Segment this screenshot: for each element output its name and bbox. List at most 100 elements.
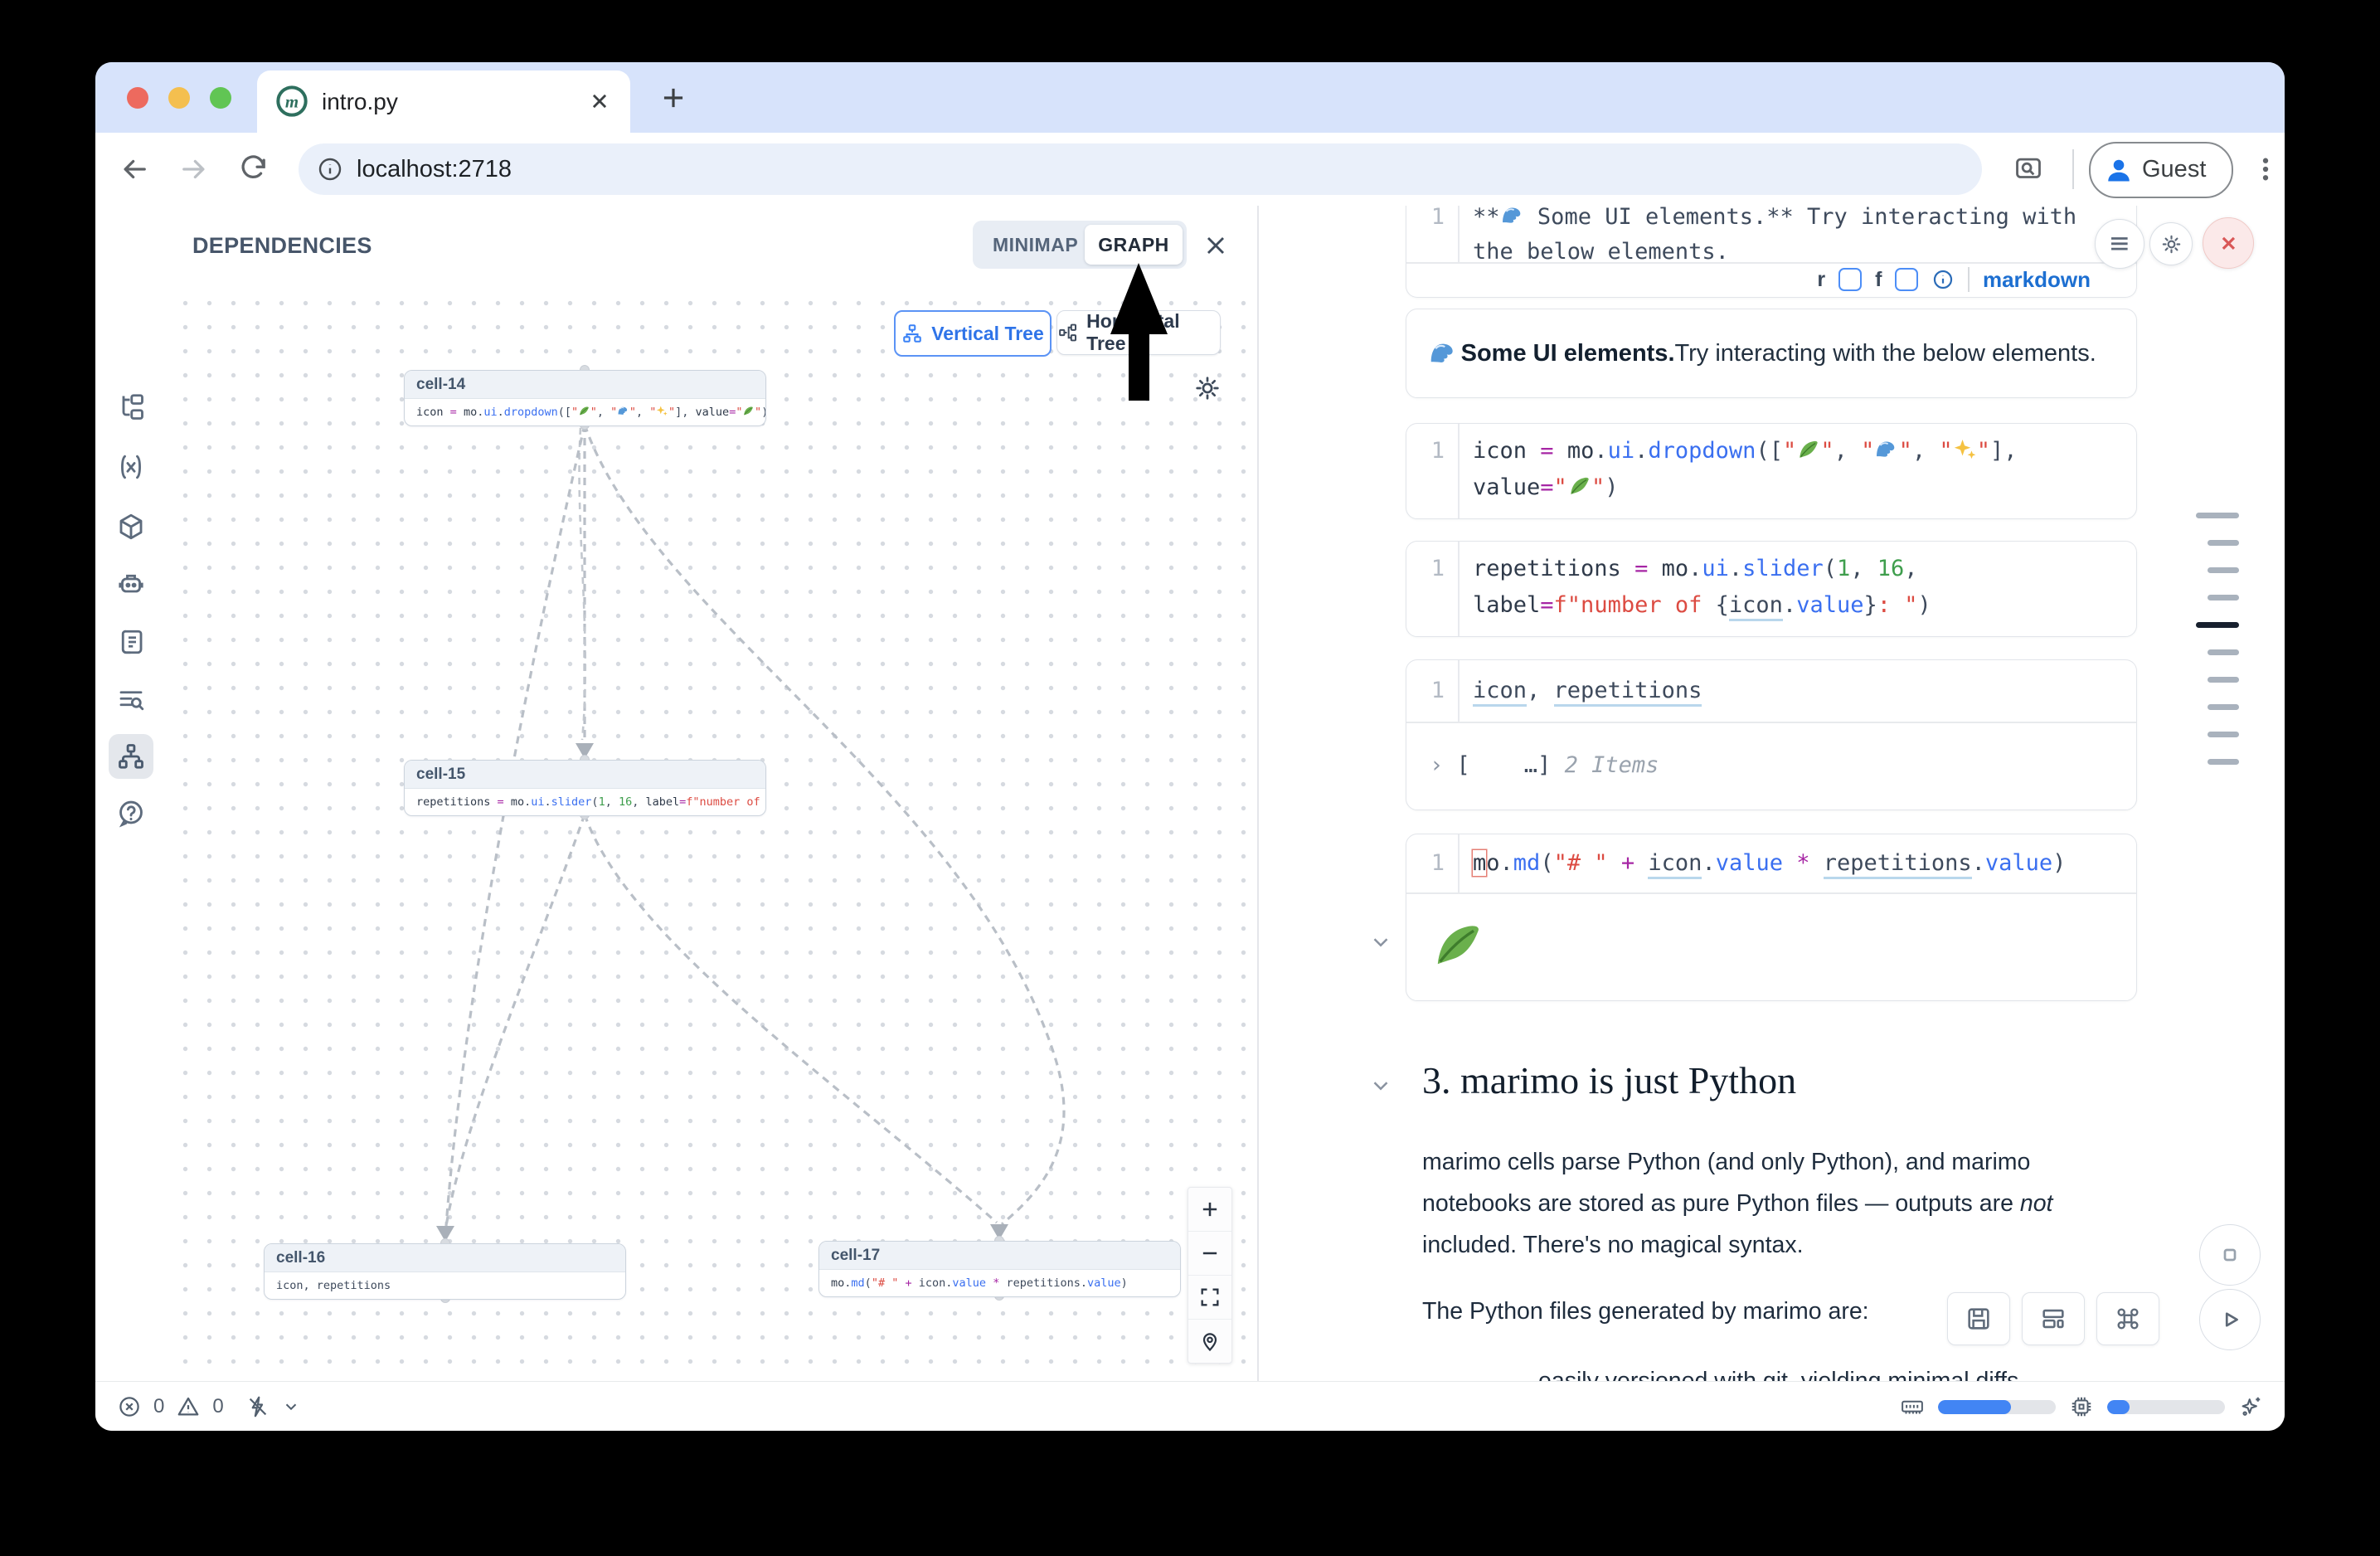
minimap-line[interactable]	[2208, 704, 2239, 710]
panel-close-icon[interactable]	[1201, 231, 1231, 260]
minimap-line[interactable]	[2208, 595, 2239, 601]
shortcuts-button[interactable]	[2096, 1292, 2159, 1345]
node-title: cell-15	[405, 761, 765, 789]
sidebar-item-logs-search[interactable]	[109, 677, 153, 722]
close-icon	[2214, 229, 2243, 258]
minimap-line[interactable]	[2208, 649, 2239, 655]
dependency-graph-canvas[interactable]: cell-14 icon = mo.ui.dropdown(["", "", "…	[166, 285, 1257, 1381]
cell-code-momd[interactable]: 1 mo.md("# " + icon.value * repetitions.…	[1406, 834, 2137, 1001]
dependencies-panel: DEPENDENCIES MINIMAP GRAPH	[166, 206, 1257, 1381]
cell-markdown-output: Some UI elements. Try interacting with t…	[1406, 309, 2137, 398]
errors-icon[interactable]	[117, 1394, 142, 1419]
browser-menu-icon[interactable]	[2250, 153, 2281, 185]
browser-tab[interactable]: m intro.py	[257, 71, 630, 133]
run-button[interactable]	[2199, 1289, 2261, 1350]
stop-button[interactable]	[2199, 1224, 2261, 1286]
cell-language-badge[interactable]: markdown	[1983, 267, 2091, 293]
footer-separator	[1968, 267, 1970, 292]
autorun-disabled-icon[interactable]	[245, 1394, 270, 1419]
graph-node-cell-16[interactable]: cell-16 icon, repetitions	[264, 1243, 626, 1300]
notebook-settings-button[interactable]	[2149, 222, 2193, 265]
back-icon[interactable]	[119, 153, 150, 185]
vertical-tree-label: Vertical Tree	[931, 323, 1044, 345]
browser-window: m intro.py localhost:2718	[95, 62, 2285, 1431]
tab-minimap[interactable]: MINIMAP	[973, 234, 1098, 256]
paragraph-line: included. There's no magical syntax.	[1422, 1224, 1804, 1266]
graph-node-cell-15[interactable]: cell-15 repetitions = mo.ui.slider(1, 16…	[404, 760, 766, 816]
sidebar	[95, 206, 167, 1381]
tab-close-icon[interactable]	[585, 87, 614, 115]
vertical-tree-button[interactable]: Vertical Tree	[894, 310, 1052, 357]
paragraph-line-cut: easily versioned with git, yielding mini…	[1538, 1360, 2018, 1381]
site-info-icon[interactable]	[317, 156, 343, 182]
node-code: mo.md("# " + icon.value * repetitions.va…	[819, 1270, 1180, 1296]
ai-sparkle-icon[interactable]	[2238, 1394, 2263, 1419]
leaf-emoji	[1567, 473, 1591, 497]
leaf-output	[1430, 906, 1485, 989]
sidebar-item-snippets[interactable]	[109, 620, 153, 664]
window-minimize-button[interactable]	[168, 87, 190, 109]
reload-icon[interactable]	[238, 153, 270, 185]
minimap-line[interactable]	[2208, 540, 2239, 546]
cell-code-dropdown[interactable]: 1 icon = mo.ui.dropdown(["", "", ""], va…	[1406, 423, 2137, 519]
cell-code-tuple[interactable]: 1 icon, repetitions › [ …] 2 Items	[1406, 659, 2137, 810]
graph-settings-icon[interactable]	[1192, 373, 1222, 403]
minimap-line[interactable]	[2208, 732, 2239, 737]
sidebar-item-file-explorer[interactable]	[109, 385, 153, 430]
run-toggle[interactable]	[1838, 268, 1862, 291]
cell-footer: r f markdown	[1406, 262, 2136, 297]
sidebar-item-variables[interactable]	[109, 445, 153, 489]
layout-button[interactable]	[2022, 1292, 2085, 1345]
sidebar-item-help[interactable]	[109, 791, 153, 836]
profile-button[interactable]: Guest	[2089, 142, 2233, 198]
window-close-button[interactable]	[127, 87, 148, 109]
cell-info-icon[interactable]	[1931, 268, 1955, 291]
panel-title: DEPENDENCIES	[192, 206, 372, 285]
minimap-line[interactable]	[2208, 567, 2239, 573]
dependencies-header: DEPENDENCIES MINIMAP GRAPH	[166, 206, 1257, 286]
minimap-line[interactable]	[2196, 513, 2239, 518]
sidebar-item-dependency-graph[interactable]	[109, 734, 153, 779]
graph-node-cell-17[interactable]: cell-17 mo.md("# " + icon.value * repeti…	[818, 1241, 1181, 1297]
save-button[interactable]	[1947, 1292, 2010, 1345]
zoom-out-button[interactable]	[1188, 1232, 1231, 1276]
zoom-in-button[interactable]	[1188, 1188, 1231, 1232]
vertical-tree-icon	[901, 323, 923, 344]
wave-emoji	[1428, 338, 1458, 368]
fit-view-button[interactable]	[1188, 1276, 1231, 1320]
url-text: localhost:2718	[357, 143, 512, 195]
tab-search-icon[interactable]	[2013, 153, 2044, 185]
sparkles-emoji	[656, 401, 668, 413]
sidebar-item-ai-chat[interactable]	[109, 562, 153, 606]
cell-code-slider[interactable]: 1 repetitions = mo.ui.slider(1, 16, labe…	[1406, 541, 2137, 637]
sidebar-item-packages[interactable]	[109, 504, 153, 549]
minimap-line[interactable]	[2196, 622, 2239, 628]
wave-emoji	[617, 401, 629, 413]
cell-markdown-editor[interactable]: 1 ** Some UI elements.** Try interacting…	[1406, 206, 2137, 298]
tab-graph[interactable]: GRAPH	[1085, 225, 1183, 265]
cell-menu-button[interactable]	[2095, 219, 2144, 269]
layout-icon	[2039, 1305, 2067, 1333]
line-number: 1	[1406, 673, 1445, 709]
forward-icon[interactable]	[178, 153, 210, 185]
horizontal-tree-icon	[1057, 322, 1078, 343]
warnings-icon[interactable]	[176, 1394, 201, 1419]
window-zoom-button[interactable]	[210, 87, 231, 109]
minimap-line[interactable]	[2208, 677, 2239, 683]
chevron-down-icon[interactable]	[282, 1398, 300, 1416]
error-count: 0	[153, 1395, 164, 1418]
cell-output-collapsed[interactable]: › [ …] 2 Items	[1430, 747, 1659, 784]
leaf-emoji	[578, 401, 590, 413]
svg-text:m: m	[285, 91, 299, 111]
graph-node-cell-14[interactable]: cell-14 icon = mo.ui.dropdown(["", "", "…	[404, 370, 766, 426]
new-tab-button[interactable]	[658, 82, 689, 114]
chevron-down-icon[interactable]	[1368, 930, 1393, 955]
avatar-icon	[2104, 155, 2134, 185]
node-code: icon, repetitions	[265, 1272, 625, 1299]
address-bar[interactable]: localhost:2718	[299, 143, 1982, 195]
minimap-line[interactable]	[2208, 759, 2239, 765]
format-toggle[interactable]	[1895, 268, 1918, 291]
shutdown-button[interactable]	[2203, 217, 2254, 269]
locate-button[interactable]	[1188, 1320, 1231, 1363]
chevron-down-icon[interactable]	[1368, 1073, 1393, 1098]
